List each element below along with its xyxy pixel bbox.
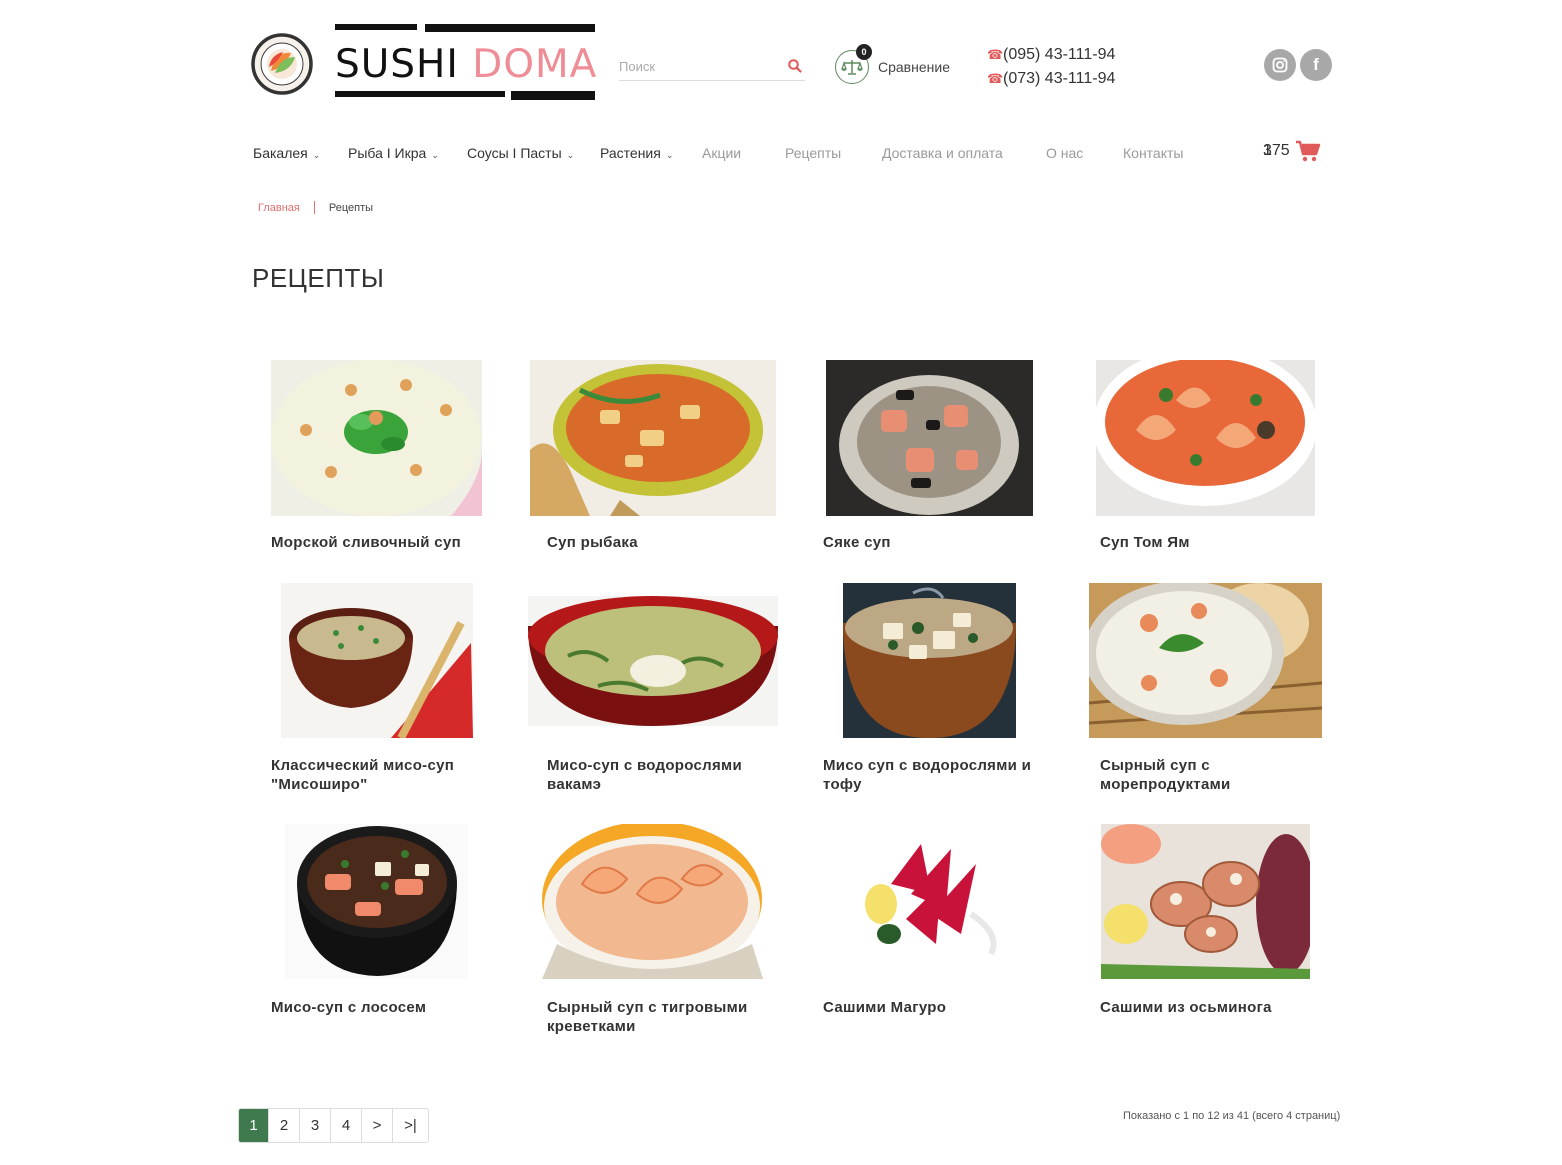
recipe-name[interactable]: Сырный суп с морепродуктами [1100, 756, 1330, 794]
recipe-name[interactable]: Мисо-суп с водорослями вакамэ [547, 756, 777, 794]
recipe-name[interactable]: Сяке суп [823, 533, 1053, 552]
phone-2[interactable]: ☎ (073) 43-111-94 [987, 67, 1115, 91]
page-title: РЕЦЕПТЫ [252, 263, 385, 293]
phone-icon: ☎ [987, 71, 1004, 86]
nav-item-promotions[interactable]: Акции [702, 145, 741, 161]
logo-wordmark: SUSHI DOMA [333, 22, 597, 102]
breadcrumb: Главная Рецепты [258, 201, 373, 214]
search-bar [619, 52, 805, 81]
social-links: f [1264, 49, 1332, 81]
nav-item-plants[interactable]: Растения ⌄ [600, 145, 673, 161]
recipe-name[interactable]: Мисо-суп с лососем [271, 998, 501, 1017]
page-3-button[interactable]: 3 [299, 1109, 330, 1142]
instagram-icon[interactable] [1264, 49, 1296, 81]
chevron-down-icon: ⌄ [431, 150, 439, 160]
nav-item-contacts[interactable]: Контакты [1123, 145, 1183, 161]
recipe-image[interactable] [826, 360, 1033, 516]
chevron-down-icon: ⌄ [566, 150, 575, 160]
recipe-name[interactable]: Классический мисо-суп "Мисоширо" [271, 756, 501, 794]
recipe-image[interactable] [271, 360, 482, 516]
nav-item-sauces[interactable]: Соусы I Пасты ⌄ [467, 145, 574, 161]
facebook-icon[interactable]: f [1300, 49, 1332, 81]
recipe-image[interactable] [1096, 360, 1315, 516]
chevron-down-icon: ⌄ [312, 150, 321, 160]
compare-link[interactable]: 0 Сравнение [835, 44, 950, 87]
nav-item-fish[interactable]: Рыба I Икра ⌄ [348, 145, 439, 161]
breadcrumb-current: Рецепты [328, 201, 374, 214]
page-4-button[interactable]: 4 [330, 1109, 361, 1142]
recipe-name[interactable]: Сырный суп с тигровыми креветками [547, 998, 777, 1036]
recipe-name[interactable]: Сашими Магуро [823, 998, 1053, 1017]
recipe-name[interactable]: Морской сливочный суп [271, 533, 501, 552]
recipe-image[interactable] [843, 583, 1016, 738]
recipe-image[interactable] [1101, 824, 1310, 979]
nav-item-delivery[interactable]: Доставка и оплата [882, 145, 1003, 161]
breadcrumb-separator [313, 201, 315, 214]
search-icon[interactable] [787, 58, 803, 74]
nav-item-about[interactable]: О нас [1046, 145, 1083, 161]
page-2-button[interactable]: 2 [268, 1109, 299, 1142]
breadcrumb-home-link[interactable]: Главная [258, 202, 300, 214]
recipe-image[interactable] [851, 824, 1007, 979]
compare-label: Сравнение [878, 59, 950, 75]
recipe-name[interactable]: Мисо суп с водорослями и тофу [823, 756, 1053, 794]
chevron-down-icon: ⌄ [665, 150, 674, 160]
nav-item-bakaleya[interactable]: Бакалея ⌄ [253, 145, 320, 161]
recipe-name[interactable]: Суп Том Ям [1100, 533, 1330, 552]
search-input[interactable] [619, 52, 779, 80]
recipe-image[interactable] [1089, 583, 1322, 738]
cart-count-badge: 1 [1263, 142, 1272, 159]
scales-icon: 0 [835, 44, 872, 84]
logo-word-sushi: SUSHI DOMA [335, 42, 598, 87]
sushi-roll-logo-icon [251, 33, 313, 95]
compare-count-badge: 0 [856, 44, 872, 60]
shopping-cart-icon [1295, 140, 1320, 162]
recipe-image[interactable] [530, 360, 776, 516]
recipe-name[interactable]: Суп рыбака [547, 533, 777, 552]
last-page-button[interactable]: >| [392, 1109, 428, 1142]
nav-item-recipes[interactable]: Рецепты [785, 145, 841, 161]
recipe-name[interactable]: Сашими из осьминога [1100, 998, 1330, 1017]
page-1-button[interactable]: 1 [239, 1109, 268, 1142]
pagination: 1 2 3 4 > >| [238, 1108, 429, 1143]
next-page-button[interactable]: > [361, 1109, 392, 1142]
phone-1[interactable]: ☎ (095) 43-111-94 [987, 43, 1115, 67]
recipe-image[interactable] [542, 824, 763, 979]
recipe-image[interactable] [281, 583, 473, 738]
pagination-info: Показано с 1 по 12 из 41 (всего 4 страни… [1123, 1110, 1341, 1122]
phone-list: ☎ (095) 43-111-94 ☎ (073) 43-111-94 [987, 43, 1115, 91]
recipe-image[interactable] [528, 596, 778, 726]
recipe-image[interactable] [285, 824, 468, 979]
phone-icon: ☎ [987, 47, 1004, 62]
